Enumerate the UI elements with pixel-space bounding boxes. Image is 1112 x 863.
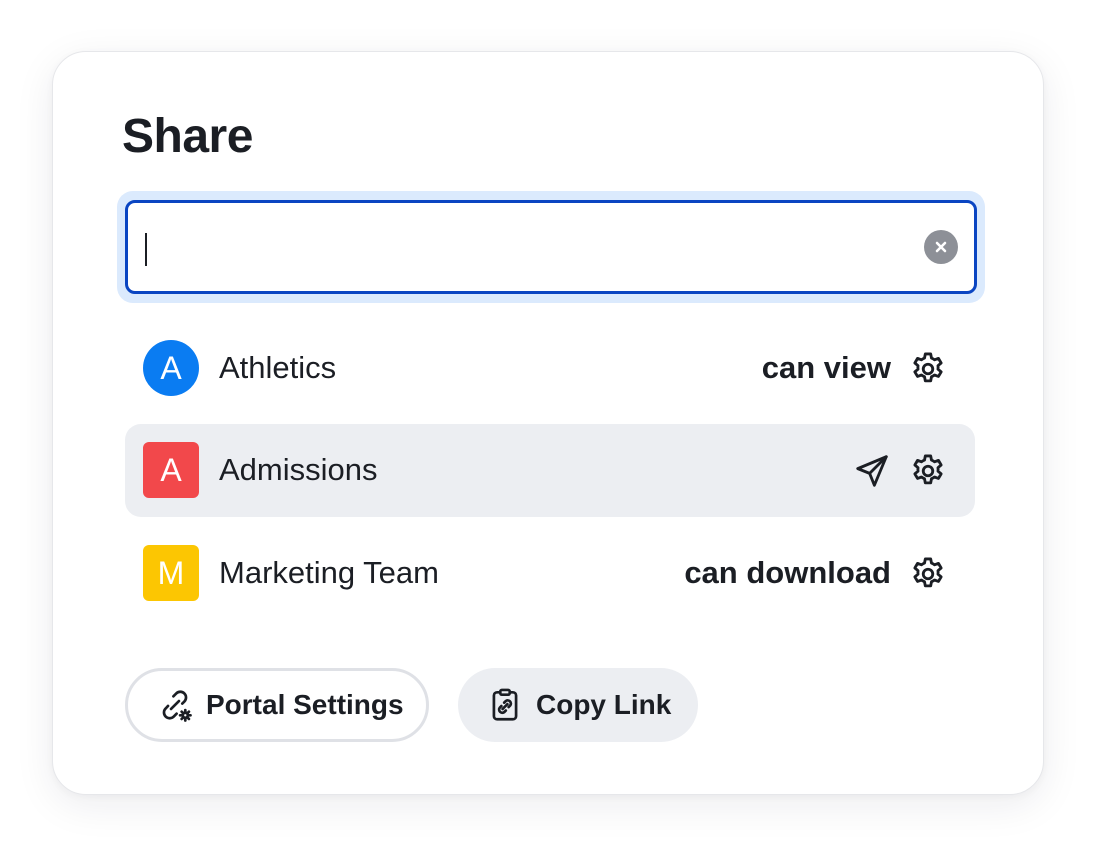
list-item-marketing-team[interactable]: M Marketing Team can download <box>125 527 975 620</box>
send-invite-button[interactable] <box>853 452 891 490</box>
copy-link-label: Copy Link <box>536 689 672 720</box>
permission-dropdown[interactable]: can view <box>762 349 891 387</box>
avatar: A <box>143 442 199 498</box>
avatar: A <box>143 340 199 396</box>
avatar-initial: A <box>160 451 182 488</box>
clear-search-button[interactable] <box>924 230 958 264</box>
member-name: Admissions <box>219 452 378 487</box>
send-icon <box>856 455 888 487</box>
list-item-athletics[interactable]: A Athletics can view <box>125 322 975 415</box>
share-dialog: Share A Athletics can view A Admissions <box>52 51 1044 795</box>
portal-settings-label: Portal Settings <box>206 689 404 720</box>
clipboard-link-icon <box>492 688 518 721</box>
text-caret <box>145 233 147 266</box>
gear-icon <box>913 454 943 485</box>
search-field[interactable] <box>125 200 977 294</box>
member-name: Athletics <box>219 350 337 385</box>
search-input[interactable] <box>142 217 902 277</box>
member-settings-button[interactable] <box>909 350 947 388</box>
link-gear-icon <box>162 690 192 722</box>
member-settings-button[interactable] <box>909 452 947 490</box>
gear-icon <box>913 557 943 588</box>
avatar: M <box>143 545 199 601</box>
permission-dropdown[interactable]: can download <box>684 554 891 592</box>
avatar-initial: M <box>157 554 185 591</box>
clear-icon <box>935 241 947 253</box>
member-name: Marketing Team <box>219 555 439 590</box>
portal-settings-button[interactable]: Portal Settings <box>125 668 429 742</box>
avatar-initial: A <box>160 349 182 386</box>
dialog-title: Share <box>122 110 253 163</box>
gear-icon <box>913 352 943 383</box>
copy-link-button[interactable]: Copy Link <box>458 668 698 742</box>
list-item-admissions[interactable]: A Admissions <box>125 424 975 517</box>
member-settings-button[interactable] <box>909 555 947 593</box>
